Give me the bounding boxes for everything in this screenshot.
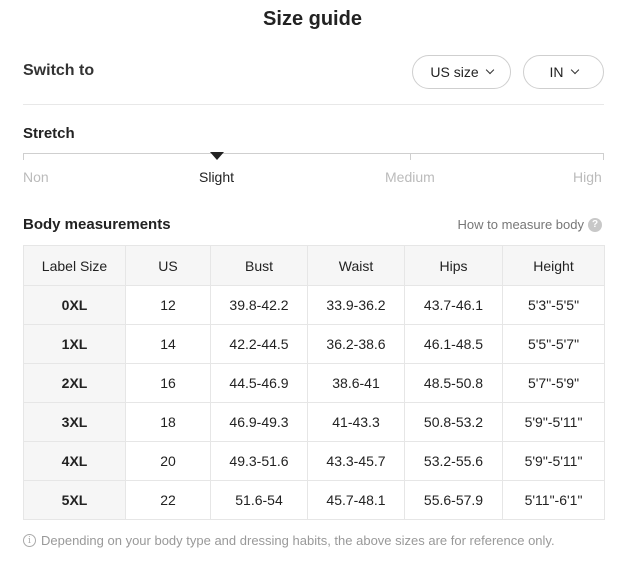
table-cell: 5'5"-5'7" (502, 324, 605, 364)
table-row: 1XL 14 42.2-44.5 36.2-38.6 46.1-48.5 5'5… (23, 324, 605, 364)
stretch-marker-icon (210, 152, 224, 160)
table-cell: 5'11"-6'1" (502, 480, 605, 520)
table-cell: 5'3"-5'5" (502, 285, 605, 325)
table-cell: 20 (125, 441, 211, 481)
table-row: 3XL 18 46.9-49.3 41-43.3 50.8-53.2 5'9"-… (23, 402, 605, 442)
label-size-cell: 5XL (23, 480, 126, 520)
table-cell: 46.1-48.5 (404, 324, 503, 364)
size-system-value: US size (430, 64, 479, 80)
stretch-level-high: High (573, 169, 602, 185)
label-size-cell: 3XL (23, 402, 126, 442)
table-cell: 51.6-54 (210, 480, 308, 520)
table-cell: 33.9-36.2 (307, 285, 405, 325)
stretch-tick (23, 153, 24, 160)
stretch-tick (603, 153, 604, 160)
size-system-dropdown[interactable]: US size (412, 55, 511, 89)
table-cell: 5'9"-5'11" (502, 441, 605, 481)
table-cell: 46.9-49.3 (210, 402, 308, 442)
label-size-cell: 0XL (23, 285, 126, 325)
table-row: 0XL 12 39.8-42.2 33.9-36.2 43.7-46.1 5'3… (23, 285, 605, 325)
column-header: Label Size (23, 245, 126, 286)
table-cell: 39.8-42.2 (210, 285, 308, 325)
column-header: US (125, 245, 211, 286)
body-measurements-title: Body measurements (23, 216, 171, 233)
chevron-down-icon (570, 65, 579, 75)
chevron-down-icon (485, 65, 494, 75)
unit-dropdown[interactable]: IN (523, 55, 604, 89)
stretch-title: Stretch (23, 125, 75, 142)
table-cell: 55.6-57.9 (404, 480, 503, 520)
label-size-cell: 2XL (23, 363, 126, 403)
stretch-level-medium: Medium (385, 169, 435, 185)
reference-note: i Depending on your body type and dressi… (23, 533, 555, 548)
switch-label: Switch to (23, 62, 95, 79)
column-header: Waist (307, 245, 405, 286)
how-to-measure-link[interactable]: How to measure body ? (458, 217, 602, 232)
table-cell: 49.3-51.6 (210, 441, 308, 481)
table-cell: 38.6-41 (307, 363, 405, 403)
table-header-row: Label Size US Bust Waist Hips Height (23, 245, 605, 286)
table-row: 2XL 16 44.5-46.9 38.6-41 48.5-50.8 5'7"-… (23, 363, 605, 403)
page-title: Size guide (263, 8, 362, 30)
stretch-level-non: Non (23, 169, 49, 185)
divider (23, 104, 604, 105)
label-size-cell: 4XL (23, 441, 126, 481)
info-circle-icon: i (23, 534, 36, 547)
table-row: 4XL 20 49.3-51.6 43.3-45.7 53.2-55.6 5'9… (23, 441, 605, 481)
reference-note-text: Depending on your body type and dressing… (41, 533, 555, 548)
column-header: Height (502, 245, 605, 286)
table-cell: 36.2-38.6 (307, 324, 405, 364)
size-table: Label Size US Bust Waist Hips Height 0XL… (23, 245, 605, 520)
table-cell: 44.5-46.9 (210, 363, 308, 403)
column-header: Hips (404, 245, 503, 286)
table-cell: 18 (125, 402, 211, 442)
table-cell: 5'7"-5'9" (502, 363, 605, 403)
table-cell: 5'9"-5'11" (502, 402, 605, 442)
table-cell: 43.3-45.7 (307, 441, 405, 481)
unit-value: IN (549, 64, 564, 80)
table-cell: 16 (125, 363, 211, 403)
table-row: 5XL 22 51.6-54 45.7-48.1 55.6-57.9 5'11"… (23, 480, 605, 520)
table-cell: 43.7-46.1 (404, 285, 503, 325)
table-cell: 22 (125, 480, 211, 520)
table-cell: 45.7-48.1 (307, 480, 405, 520)
table-cell: 42.2-44.5 (210, 324, 308, 364)
stretch-level-slight: Slight (199, 169, 235, 185)
label-size-cell: 1XL (23, 324, 126, 364)
column-header: Bust (210, 245, 308, 286)
stretch-scale-track (23, 153, 604, 154)
stretch-tick (410, 153, 411, 160)
how-to-measure-label: How to measure body (457, 217, 584, 232)
table-cell: 53.2-55.6 (404, 441, 503, 481)
question-circle-icon: ? (588, 217, 602, 232)
table-cell: 48.5-50.8 (404, 363, 503, 403)
table-cell: 12 (125, 285, 211, 325)
switch-row: Switch to US size IN (23, 55, 604, 89)
table-cell: 41-43.3 (307, 402, 405, 442)
table-cell: 50.8-53.2 (404, 402, 503, 442)
table-cell: 14 (125, 324, 211, 364)
